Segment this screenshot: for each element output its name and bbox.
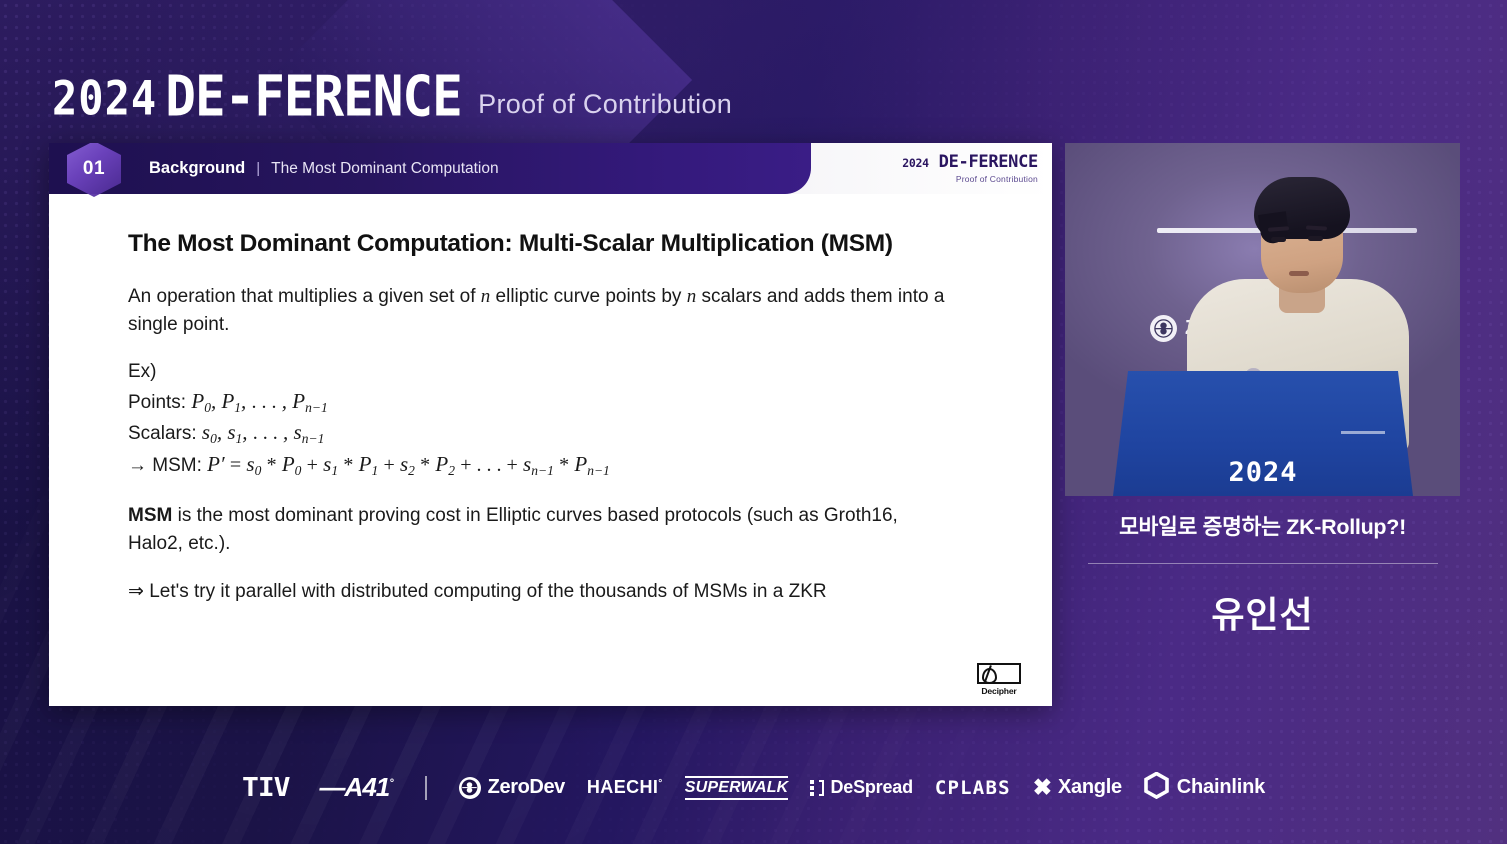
sponsor-chainlink[interactable]: Chainlink: [1143, 770, 1266, 804]
sponsor-despread[interactable]: DeSpread: [810, 777, 913, 798]
speaker-video-panel[interactable]: ZeroDev 2024: [1065, 143, 1460, 496]
caption-divider: [1087, 563, 1438, 564]
xangle-x-icon: ✖: [1032, 774, 1053, 800]
cost-bold-term: MSM: [128, 505, 173, 527]
sponsor-cplabs[interactable]: CPLABS: [935, 777, 1011, 799]
sponsor-haechi-mark: °: [658, 778, 663, 789]
chainlink-hexagon-icon: [1143, 770, 1169, 804]
speaker-name: 유인선: [1211, 594, 1314, 635]
podium-year: 2024: [1228, 457, 1298, 488]
points-label: Points:: [128, 391, 187, 413]
slide-body: The Most Dominant Computation: Multi-Sca…: [49, 194, 1052, 706]
sponsor-xangle-label: Xangle: [1058, 776, 1122, 798]
slide-cost-paragraph: MSM is the most dominant proving cost in…: [128, 502, 958, 557]
breadcrumb-subtitle: The Most Dominant Computation: [271, 160, 499, 177]
sponsor-a41-label: A41: [344, 772, 391, 802]
decipher-label: Decipher: [981, 686, 1017, 696]
scalars-line: Scalars: s0, s1, . . . , sn−1: [128, 417, 1000, 449]
intro-variable-1: n: [480, 286, 491, 307]
slide-logo-name: DE-FERENCE: [938, 152, 1039, 172]
event-brand-header: 2024 DE-FERENCE Proof of Contribution: [52, 64, 733, 130]
speaker-eye-left: [1271, 237, 1286, 242]
intro-text-b: elliptic curve points by: [490, 286, 687, 307]
scalars-expression: s0, s1, . . . , sn−1: [201, 420, 325, 447]
decipher-mark-icon: [977, 663, 1021, 684]
brand-tagline: Proof of Contribution: [478, 89, 733, 119]
intro-variable-2: n: [686, 286, 697, 307]
sponsor-footer: TIV —A41° ZeroDev HAECHI° SUPERWALK DeSp…: [0, 770, 1507, 804]
session-caption: 모바일로 증명하는 ZK-Rollup?! 유인선: [1065, 510, 1460, 638]
sponsor-zerodev-label: ZeroDev: [487, 776, 566, 798]
cost-rest-text: is the most dominant proving cost in Ell…: [128, 505, 898, 555]
session-title: 모바일로 증명하는 ZK-Rollup?!: [1119, 515, 1406, 539]
sponsor-a41-mark: °: [389, 777, 394, 790]
sponsor-haechi-label: HAECHI: [586, 777, 659, 797]
sponsor-chainlink-label: Chainlink: [1176, 776, 1266, 798]
sponsor-despread-label: DeSpread: [830, 777, 913, 797]
zerodev-icon: [1150, 315, 1177, 342]
slide-logo-main: 2024 DE-FERENCE: [902, 152, 1038, 172]
breadcrumb-separator: |: [256, 160, 261, 177]
sponsor-tiv[interactable]: TIV: [242, 772, 291, 802]
sponsor-zerodev[interactable]: ZeroDev: [458, 776, 566, 799]
sponsor-divider: [424, 775, 427, 800]
section-number-badge: 01: [67, 143, 121, 197]
slide-breadcrumb: Background | The Most Dominant Computati…: [149, 159, 499, 178]
sponsor-group-secondary: ZeroDev HAECHI° SUPERWALK DeSpread CPLAB…: [458, 770, 1266, 804]
breadcrumb-category: Background: [149, 159, 246, 177]
speaker-eye-right: [1308, 236, 1323, 241]
sponsor-a41[interactable]: —A41°: [320, 772, 394, 803]
example-block: Ex) Points: P0, P1, . . . , Pn−1 Scalars…: [128, 358, 1000, 480]
sponsor-superwalk[interactable]: SUPERWALK: [684, 775, 789, 800]
msm-expression: P′ = s0 * P0 + s1 * P1 + s2 * P2 + . . .…: [207, 451, 610, 478]
example-label: Ex): [128, 361, 157, 383]
presentation-slide: 01 Background | The Most Dominant Comput…: [49, 143, 1052, 706]
slide-logo-tagline: Proof of Contribution: [955, 174, 1038, 184]
brand-name: DE-FERENCE: [165, 63, 462, 130]
sponsor-group-primary: TIV —A41°: [242, 771, 394, 804]
msm-line: → MSM: P′ = s0 * P0 + s1 * P1 + s2 * P2 …: [128, 449, 1000, 481]
speaker-mouth: [1289, 271, 1309, 276]
slide-title: The Most Dominant Computation: Multi-Sca…: [128, 230, 893, 257]
intro-text-a: An operation that multiplies a given set…: [128, 286, 481, 307]
slide-intro-paragraph: An operation that multiplies a given set…: [128, 283, 958, 338]
section-number: 01: [82, 158, 106, 179]
points-expression: P0, P1, . . . , Pn−1: [191, 388, 328, 415]
brand-year: 2024: [52, 71, 158, 126]
msm-arrow: →: [128, 454, 147, 476]
msm-label: MSM:: [152, 454, 202, 476]
points-line: Points: P0, P1, . . . , Pn−1: [128, 386, 1000, 418]
slide-logo: 2024 DE-FERENCE Proof of Contribution: [902, 152, 1038, 184]
slide-header: 01 Background | The Most Dominant Comput…: [49, 143, 1052, 197]
podium-accent-line: [1341, 431, 1385, 434]
slide-logo-year: 2024: [902, 156, 929, 170]
podium: 2024: [1113, 371, 1413, 496]
decipher-logo: Decipher: [976, 663, 1022, 696]
slide-conclusion: ⇒ Let's try it parallel with distributed…: [128, 580, 827, 602]
despread-icon: [810, 779, 825, 796]
sponsor-xangle[interactable]: ✖ Xangle: [1033, 776, 1122, 799]
zerodev-footer-icon: [458, 776, 481, 799]
sponsor-haechi[interactable]: HAECHI°: [587, 777, 663, 798]
scalars-label: Scalars:: [128, 423, 197, 445]
